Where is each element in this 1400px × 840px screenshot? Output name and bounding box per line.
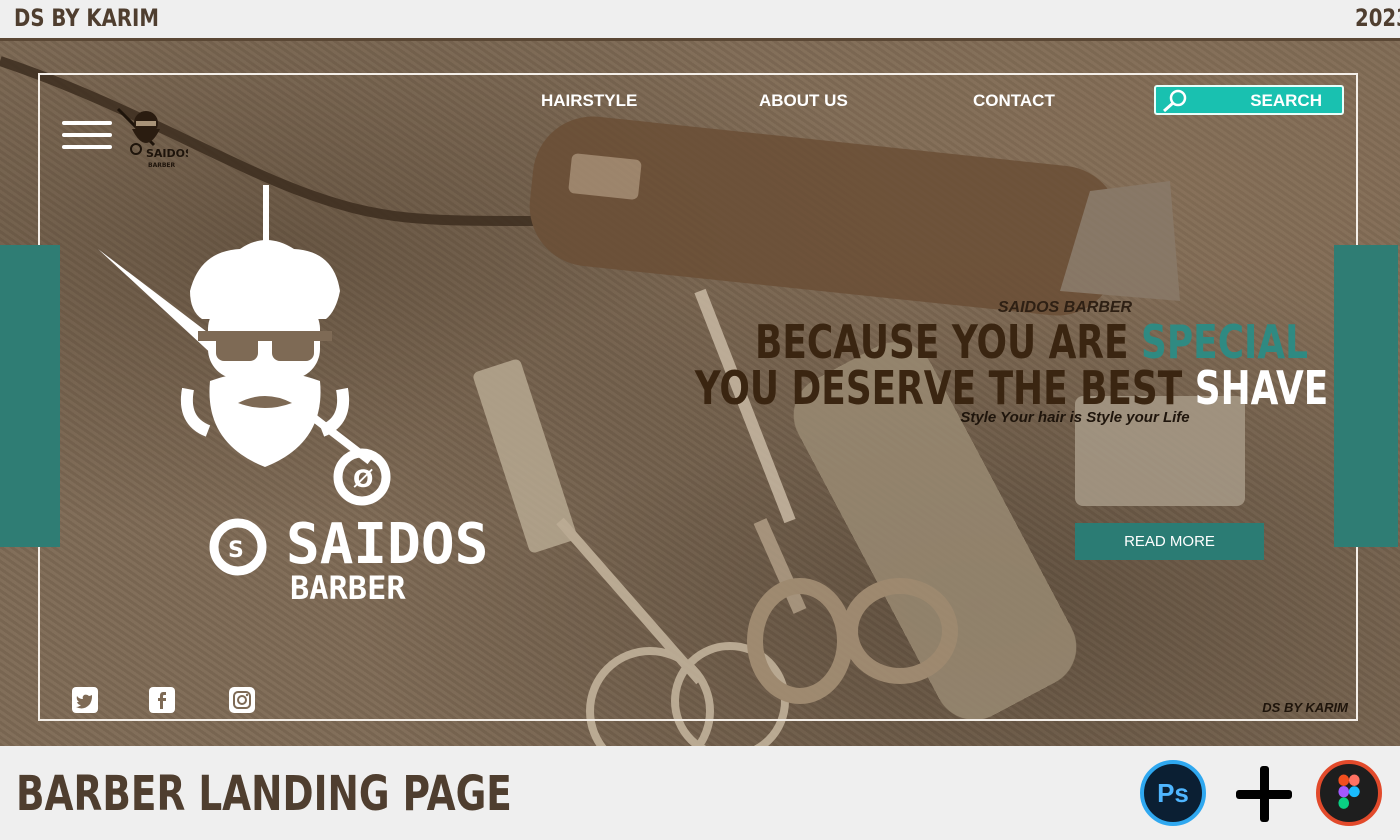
project-title: BARBER LANDING PAGE — [16, 766, 512, 822]
svg-text:Ø: Ø — [353, 465, 373, 493]
right-side-tab — [1334, 245, 1398, 547]
twitter-icon[interactable] — [72, 687, 98, 713]
search-box[interactable]: SEARCH — [1154, 85, 1344, 115]
headline-line-2: YOU DESERVE THE BEST SHAVE — [694, 361, 1328, 415]
search-icon — [1163, 89, 1187, 113]
hamburger-menu-icon[interactable] — [62, 121, 112, 151]
nav-hairstyle[interactable]: HAIRSTYLE — [541, 91, 637, 111]
headline-white-word: SHAVE — [1194, 361, 1328, 415]
tagline: Style Your hair is Style your Life — [960, 409, 1190, 426]
author-label: DS BY KARIM — [14, 4, 159, 32]
plus-icon — [1236, 766, 1292, 822]
instagram-icon[interactable] — [229, 687, 255, 713]
left-side-tab — [0, 245, 60, 547]
saidos-logo: Ø S SAIDOS BARBER — [98, 185, 488, 601]
logo-sub: BARBER — [290, 569, 406, 601]
small-logo[interactable]: SAIDOS BARBER — [114, 105, 188, 171]
facebook-icon[interactable] — [149, 687, 175, 713]
hero-section: SAIDOS BARBER HAIRSTYLE ABOUT US CONTACT… — [0, 38, 1400, 746]
credit-label: DS BY KARIM — [1262, 700, 1348, 715]
logo-name: SAIDOS — [286, 512, 488, 577]
year-label: 2023 — [1355, 4, 1400, 32]
nav-contact[interactable]: CONTACT — [973, 91, 1055, 111]
read-more-button[interactable]: READ MORE — [1075, 523, 1264, 560]
headline-line-1: BECAUSE YOU ARE SPECIAL — [754, 315, 1308, 369]
bottom-bar: BARBER LANDING PAGE Ps — [0, 746, 1400, 840]
top-bar: DS BY KARIM 2023 — [0, 0, 1400, 38]
photoshop-label: Ps — [1157, 777, 1189, 808]
small-logo-name: SAIDOS — [146, 147, 188, 160]
svg-text:S: S — [228, 538, 244, 563]
small-logo-sub: BARBER — [148, 162, 176, 169]
nav-about-us[interactable]: ABOUT US — [759, 91, 848, 111]
photoshop-icon: Ps — [1140, 760, 1206, 826]
figma-icon — [1316, 760, 1382, 826]
search-label: SEARCH — [1250, 91, 1322, 110]
